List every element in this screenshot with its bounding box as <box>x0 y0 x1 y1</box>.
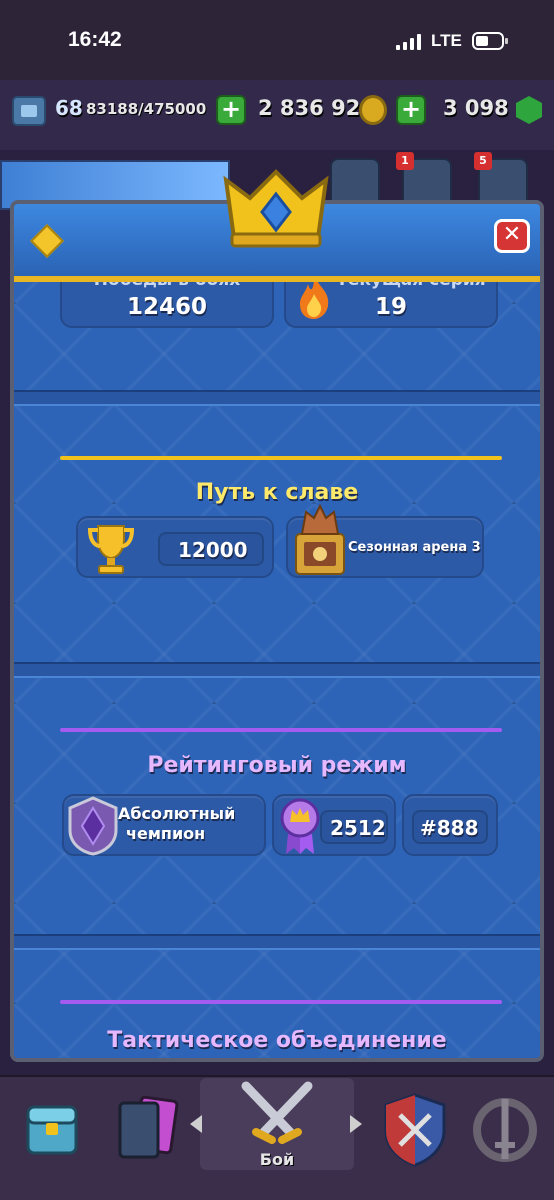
champion-league-icon <box>68 796 118 856</box>
path-of-legends-title: Путь к славе <box>195 480 359 505</box>
chevron-right-icon[interactable] <box>350 1115 362 1133</box>
arena-card[interactable]: Сезонная арена 3 <box>286 504 484 578</box>
xp-progress: 83188/475000 <box>86 100 207 118</box>
news-badge: 1 <box>396 152 414 170</box>
rating-medal-icon <box>280 798 320 854</box>
battle-tab-label: Бой <box>259 1150 295 1169</box>
events-tab[interactable] <box>460 1085 550 1175</box>
network-label: LTE <box>431 31 462 50</box>
gem-icon <box>30 224 64 258</box>
gold-rule <box>60 456 502 460</box>
status-bar: 16:42 LTE <box>0 0 554 80</box>
crown-icon <box>223 169 329 248</box>
section-divider <box>14 662 540 678</box>
tile-background <box>14 204 540 1058</box>
trophies-pill: 12000 <box>158 532 264 566</box>
arena-name: Сезонная арена 3 <box>348 540 481 555</box>
section-divider <box>14 934 540 950</box>
level-icon[interactable] <box>12 96 46 126</box>
chest-icon <box>26 1105 78 1155</box>
rating-card: 2512 <box>272 794 396 856</box>
laurel-sword-icon <box>473 1098 537 1162</box>
add-gold-button[interactable]: + <box>216 95 246 125</box>
chevron-left-icon[interactable] <box>190 1115 202 1133</box>
section-divider <box>14 390 540 406</box>
status-time: 16:42 <box>68 28 122 51</box>
purple-rule <box>60 1000 502 1004</box>
profile-stats-modal: Победы в боях 12460 Текущая серия 19 Пут… <box>10 200 544 1062</box>
battery-icon <box>472 32 508 50</box>
rating-value: 2512 <box>330 816 386 840</box>
rank-card: #888 <box>402 794 498 856</box>
add-gems-button[interactable]: + <box>396 95 426 125</box>
close-button[interactable]: ✕ <box>494 219 530 253</box>
crossed-swords-icon <box>241 1081 313 1144</box>
ranked-title: Рейтинговый режим <box>147 753 407 778</box>
level-number: 68 <box>55 96 83 120</box>
wins-value: 12460 <box>126 294 208 320</box>
shop-tab[interactable] <box>8 1085 98 1175</box>
rank-pill: #888 <box>412 810 488 844</box>
rank-value: #888 <box>420 816 479 840</box>
shield-icon <box>384 1093 446 1167</box>
clan-tab[interactable] <box>370 1085 460 1175</box>
gems-amount: 3 098 <box>443 96 509 120</box>
league-name-line1: Абсолютный <box>118 804 236 823</box>
trophy-icon <box>87 525 135 574</box>
cards-tab[interactable] <box>102 1085 192 1175</box>
league-card[interactable]: Абсолютный чемпион <box>62 794 266 856</box>
menu-badge: 5 <box>474 152 492 170</box>
trophies-value: 12000 <box>178 538 248 562</box>
tactical-title: Тактическое объединение <box>107 1028 447 1053</box>
trophies-card: 12000 <box>76 516 274 578</box>
purple-rule <box>60 728 502 732</box>
cards-icon <box>118 1095 179 1159</box>
signal-icon <box>396 34 421 50</box>
arena-icon <box>295 504 345 575</box>
gold-coin-icon <box>359 95 387 125</box>
league-name-line2: чемпион <box>126 824 206 843</box>
rating-pill: 2512 <box>320 810 388 844</box>
gold-amount: 2 836 921 <box>258 96 375 120</box>
